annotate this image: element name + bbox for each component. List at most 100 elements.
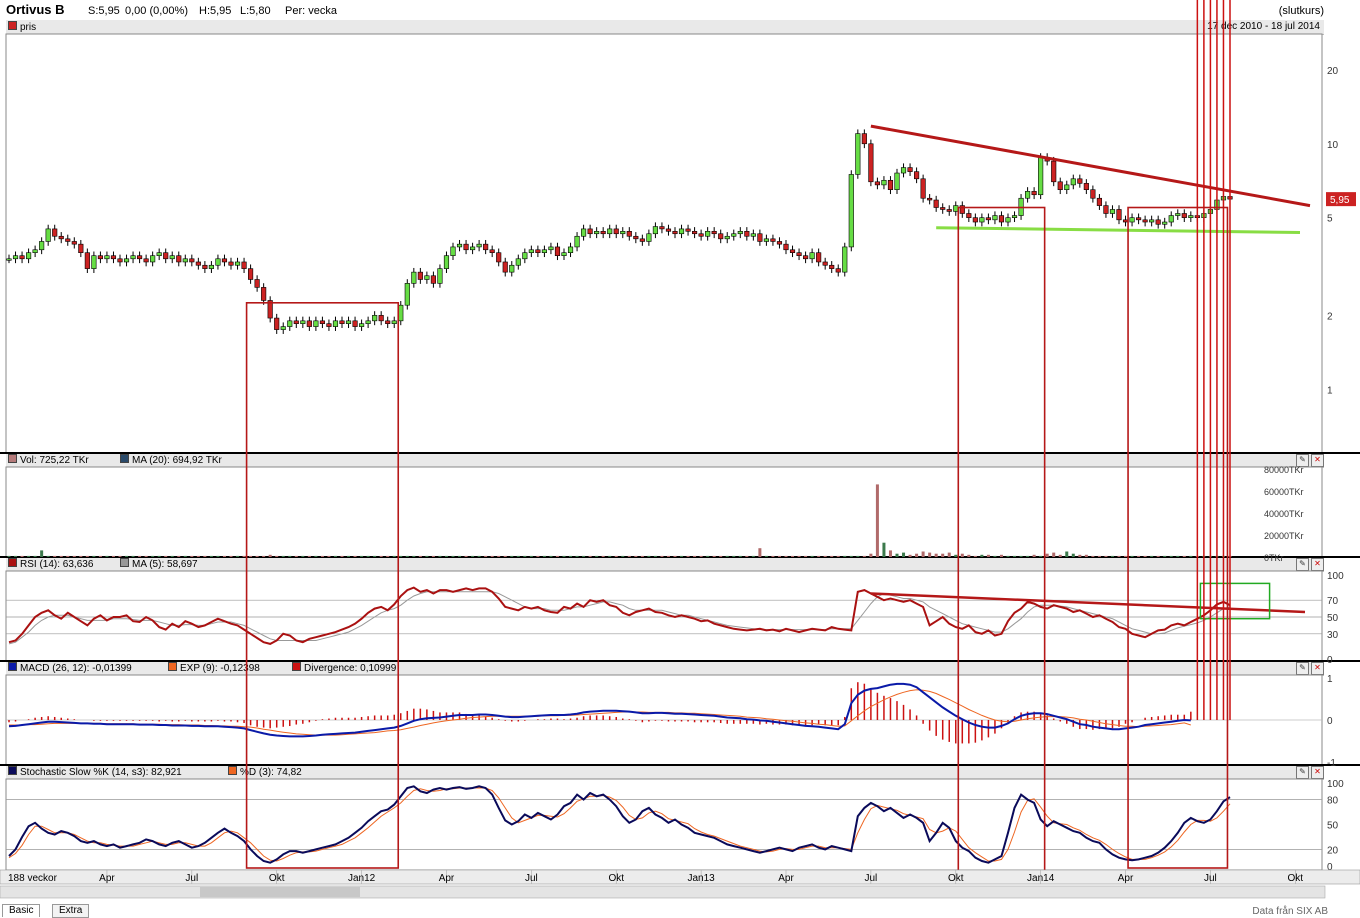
candle [1122, 219, 1129, 223]
candle [287, 320, 293, 327]
candle [1149, 219, 1155, 223]
candle [646, 233, 652, 242]
volume-bar [1006, 555, 1010, 557]
volume-bar [1124, 555, 1128, 557]
volume-bar [660, 555, 664, 557]
volume-bar [1019, 555, 1023, 557]
candle [1162, 221, 1168, 225]
price-tick-label: 10 [1327, 140, 1339, 151]
candle [1038, 157, 1044, 196]
candle [829, 264, 835, 269]
candle [581, 228, 587, 237]
volume-bar [588, 555, 592, 557]
volume-bar [941, 553, 945, 557]
volume-bar [947, 552, 951, 557]
candle [613, 228, 619, 235]
candle [404, 283, 410, 306]
candle [104, 255, 110, 260]
volume-bar [294, 555, 298, 557]
candle [620, 231, 626, 235]
candle [940, 207, 946, 210]
x-tick-label: Jul [1204, 873, 1217, 884]
candle [378, 315, 384, 322]
candle [953, 205, 959, 212]
candle [665, 228, 672, 232]
volume-bar [1130, 555, 1134, 557]
rsi-tick-label: 50 [1327, 613, 1339, 624]
price-tick-label: 2 [1327, 311, 1333, 322]
volume-bar [190, 555, 194, 557]
volume-bar [320, 555, 324, 557]
volume-bar [817, 555, 821, 557]
candle [1155, 219, 1161, 225]
candle [659, 226, 665, 230]
volume-bar [1189, 555, 1193, 557]
candle [463, 243, 469, 251]
candle [332, 320, 339, 327]
candle [496, 252, 502, 263]
tab-basic[interactable]: Basic [2, 904, 41, 917]
volume-bar [980, 554, 984, 557]
volume-bar [1137, 555, 1141, 557]
candle [1051, 160, 1057, 183]
stock-chart[interactable]: 20105215,9580000TKr60000TKr40000TKr20000… [0, 0, 1360, 916]
volume-bar [1176, 555, 1180, 557]
volume-bar [686, 555, 690, 557]
candle [1188, 215, 1194, 218]
volume-bar [954, 554, 958, 557]
candle [208, 264, 214, 269]
candle [91, 255, 97, 269]
stoch-tick-label: 20 [1327, 845, 1339, 856]
volume-bar [203, 555, 207, 557]
candle [372, 315, 378, 322]
volume-bar [640, 555, 644, 557]
volume-bar [699, 555, 703, 557]
candle [489, 249, 495, 253]
volume-bar [268, 554, 272, 557]
candle [992, 215, 998, 221]
volume-bar [1058, 554, 1062, 557]
volume-bar [307, 555, 311, 557]
volume-bar [523, 555, 527, 557]
candle [633, 235, 639, 240]
candle [443, 255, 450, 269]
x-tick-label: Jan13 [687, 873, 715, 884]
candle [143, 258, 149, 263]
candle [574, 235, 580, 248]
volume-bar [503, 555, 507, 557]
x-tick-label: Apr [1118, 873, 1134, 884]
candle [842, 246, 848, 273]
candle [900, 167, 907, 174]
candle [359, 323, 365, 327]
volume-bar [46, 555, 50, 557]
volume-bar [902, 552, 906, 557]
candle [907, 167, 913, 172]
volume-bar [458, 555, 462, 557]
macd-tick-label: 0 [1327, 716, 1333, 727]
candle [300, 320, 306, 324]
candle [855, 133, 861, 175]
candle [1136, 217, 1142, 221]
volume-bar [934, 553, 938, 557]
volume-bar [1143, 555, 1147, 557]
volume-bar [216, 555, 220, 557]
volume-bar [59, 555, 63, 557]
volume-bar [973, 555, 977, 557]
candle [1129, 217, 1135, 223]
candle [1175, 213, 1181, 216]
candle [117, 258, 123, 263]
volume-bar [960, 553, 964, 557]
volume-bar [7, 555, 11, 557]
volume-bar [196, 555, 200, 557]
volume-bar [647, 555, 651, 557]
volume-bar [1104, 555, 1108, 557]
volume-bar [614, 555, 618, 557]
volume-bar [993, 555, 997, 557]
volume-bar [823, 555, 827, 557]
candle [868, 143, 874, 183]
candle [385, 320, 391, 324]
x-tick-label: Jul [525, 873, 538, 884]
candle [254, 279, 260, 288]
candle [365, 320, 371, 324]
candle [535, 249, 541, 253]
